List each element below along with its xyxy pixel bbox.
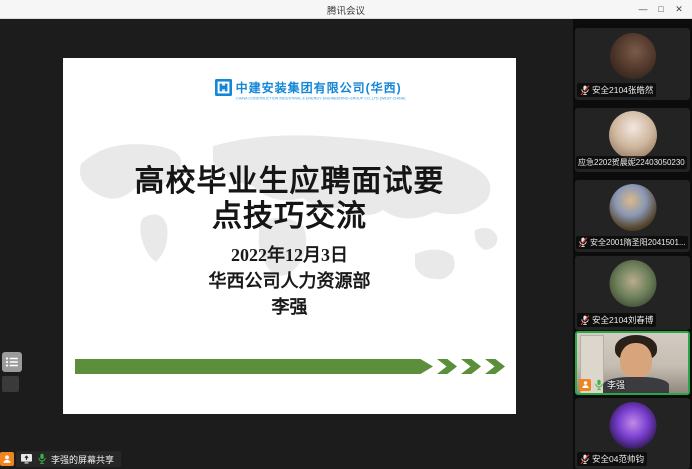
share-status-pill: 李强的屏幕共享 — [16, 451, 121, 467]
company-name: 中建安装集团有限公司(华西) — [236, 79, 509, 96]
mic-muted-icon — [578, 237, 588, 248]
window-title: 腾讯会议 — [0, 3, 692, 17]
company-logo: 中建安装集团有限公司(华西) CHINA CONSTRUCTION INDUST… — [215, 79, 509, 103]
participant-name-label: 李强 — [607, 378, 625, 391]
close-button[interactable]: ✕ — [670, 0, 688, 19]
share-status-text: 李强的屏幕共享 — [51, 453, 114, 466]
mic-muted-icon — [580, 454, 590, 465]
presenter-badge-icon — [579, 379, 591, 391]
avatar — [610, 33, 656, 79]
participant-name-label: 安全04范帅钧 — [577, 452, 647, 466]
slide-title: 高校毕业生应聘面试要 点技巧交流 — [63, 164, 516, 234]
minimize-button[interactable]: — — [634, 0, 652, 19]
participant-status-row: 李强 — [579, 378, 625, 391]
company-name-en: CHINA CONSTRUCTION INDUSTRIAL & ENERGY E… — [236, 97, 405, 101]
shared-screen-slide: 中建安装集团有限公司(华西) CHINA CONSTRUCTION INDUST… — [63, 58, 516, 414]
company-logo-icon — [215, 79, 232, 96]
slide-department: 华西公司人力资源部 — [63, 268, 516, 294]
mic-active-icon — [594, 379, 604, 391]
participant-tile[interactable]: 安全04范帅钧 — [575, 398, 690, 469]
slide-presenter: 李强 — [63, 294, 516, 320]
tencent-meeting-window: 腾讯会议 — □ ✕ — [0, 0, 692, 469]
participant-tile[interactable]: 安全2104刘春博 — [575, 256, 690, 330]
mic-active-icon — [37, 453, 47, 465]
mic-muted-icon — [580, 85, 590, 96]
meeting-content: 中建安装集团有限公司(华西) CHINA CONSTRUCTION INDUST… — [0, 19, 692, 469]
avatar — [609, 402, 656, 449]
participant-tile[interactable]: 安全2104张皓然 — [575, 28, 690, 100]
avatar — [609, 260, 656, 307]
panel-collapse-button[interactable] — [2, 376, 19, 392]
participants-sidebar: 安全2104张皓然 应急2202贺晨妮22403050230 — [573, 19, 692, 469]
titlebar: 腾讯会议 — □ ✕ — [0, 0, 692, 19]
list-icon — [5, 356, 19, 368]
participant-name-label: 安全2104张皓然 — [577, 83, 656, 97]
participant-tile-speaking[interactable]: 李强 — [575, 331, 690, 395]
avatar — [609, 184, 656, 231]
participant-name-label: 安全2001隋圣阳2041501... — [576, 236, 688, 249]
maximize-button[interactable]: □ — [652, 0, 670, 19]
avatar — [609, 111, 657, 159]
chevron-icon — [485, 359, 505, 374]
slide-date: 2022年12月3日 — [63, 242, 516, 268]
chevron-icon — [437, 359, 457, 374]
chevron-icon — [461, 359, 481, 374]
slide-title-line2: 点技巧交流 — [63, 199, 516, 234]
share-statusbar: 李强的屏幕共享 — [0, 451, 121, 467]
participant-name-label: 安全2104刘春博 — [577, 313, 656, 327]
company-logo-text: 中建安装集团有限公司(华西) CHINA CONSTRUCTION INDUST… — [236, 79, 509, 103]
slide-meta: 2022年12月3日 华西公司人力资源部 李强 — [63, 242, 516, 320]
person-icon — [581, 380, 590, 389]
participant-tile[interactable]: 安全2001隋圣阳2041501... — [575, 180, 690, 252]
window-controls: — □ ✕ — [634, 0, 688, 19]
person-icon — [2, 454, 12, 464]
mic-muted-icon — [580, 315, 590, 326]
participant-name-label: 应急2202贺晨妮22403050230 — [576, 156, 687, 169]
screen-share-icon — [20, 453, 33, 465]
participant-tile[interactable]: 应急2202贺晨妮22403050230 — [575, 108, 690, 172]
arrow-bar — [75, 359, 433, 374]
slide-title-line1: 高校毕业生应聘面试要 — [63, 164, 516, 199]
participant-list-panel-button[interactable] — [2, 352, 22, 372]
presenter-badge-icon — [0, 452, 14, 466]
slide-arrow-graphic — [75, 359, 505, 374]
